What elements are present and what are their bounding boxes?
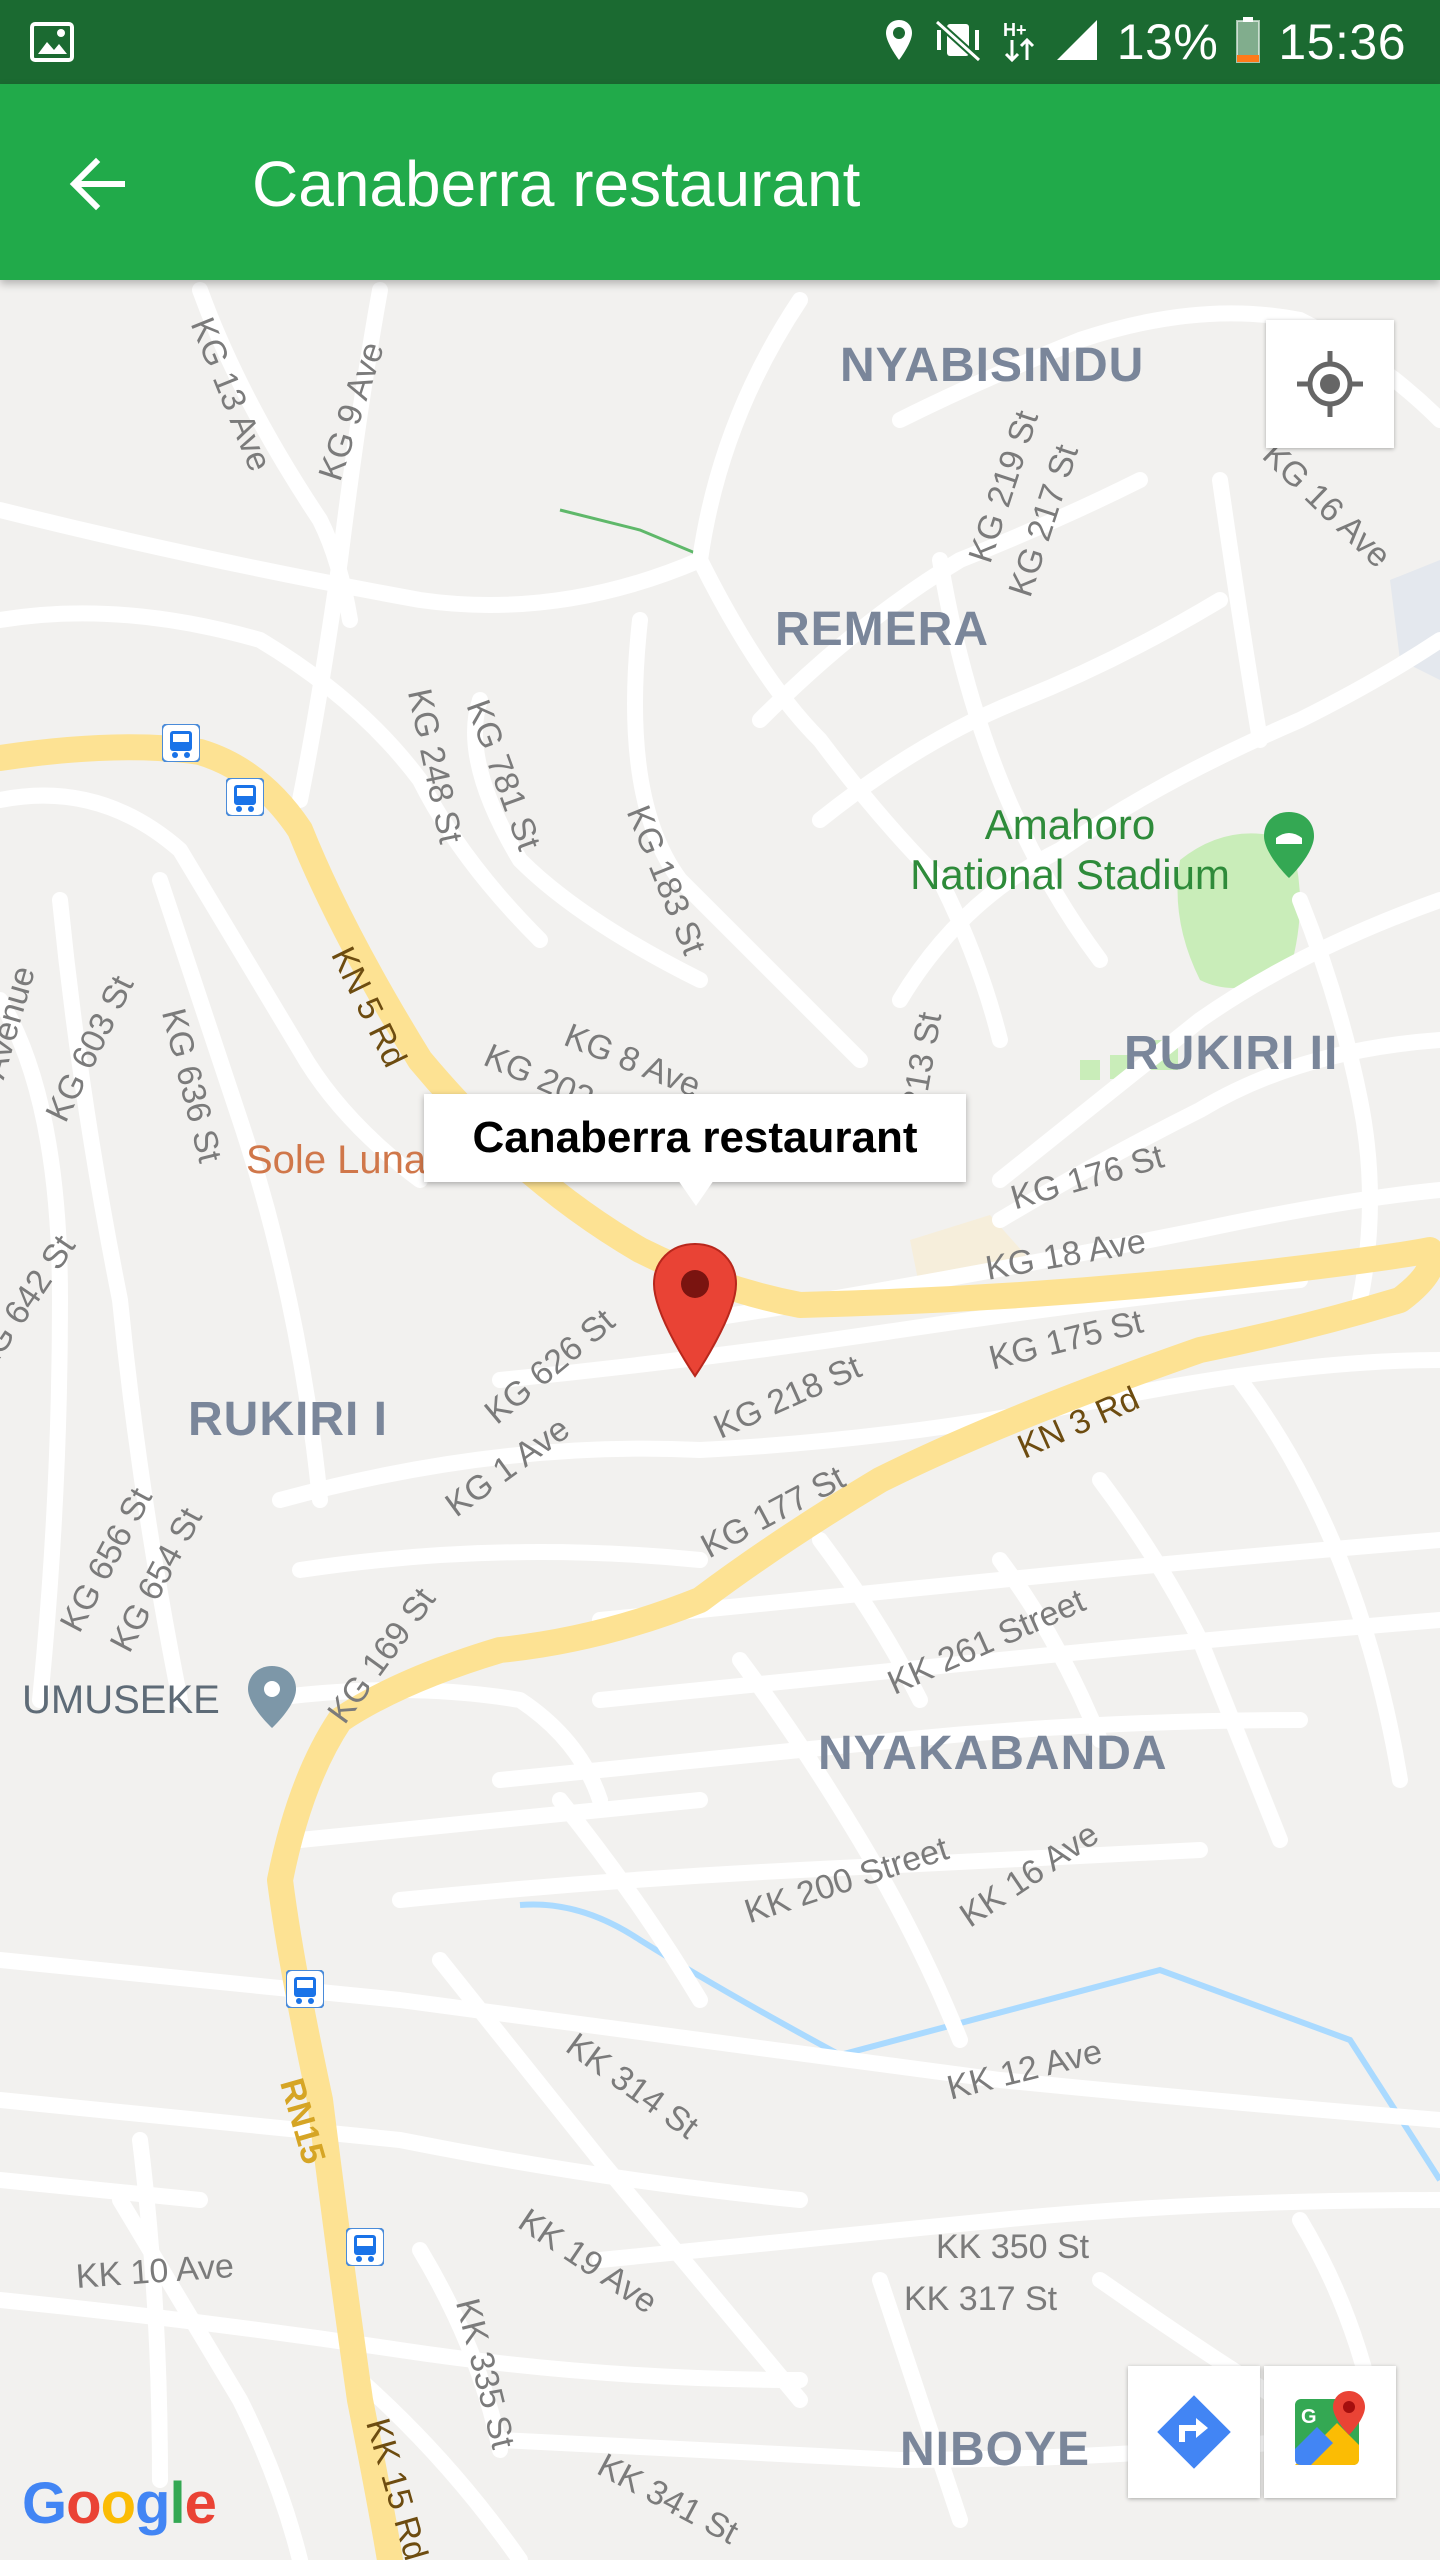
area-label-niboye: NIBOYE [900, 2423, 1091, 2476]
page-title: Canaberra restaurant [252, 148, 861, 220]
my-location-icon [1297, 351, 1363, 417]
svg-text:G: G [1301, 2406, 1317, 2428]
stadium-pin-icon[interactable] [1262, 810, 1316, 885]
directions-button[interactable] [1128, 2366, 1260, 2498]
area-label-nyabisindu: NYABISINDU [840, 339, 1145, 392]
map-view[interactable]: NYABISINDU REMERA RUKIRI II RUKIRI I NYA… [0, 280, 1440, 2560]
bus-stop-icon[interactable] [161, 723, 201, 767]
info-window-tail [678, 1180, 714, 1206]
location-icon [883, 18, 915, 67]
bus-stop-icon[interactable] [225, 777, 265, 821]
mute-vibrate-icon [933, 18, 985, 67]
area-label-rukiri-ii: RUKIRI II [1124, 1027, 1339, 1080]
umuseke-pin-icon[interactable] [246, 1664, 298, 1735]
area-label-rukiri-i: RUKIRI I [188, 1393, 388, 1446]
arrow-back-icon [69, 157, 125, 211]
back-button[interactable] [58, 144, 138, 224]
battery-icon [1236, 16, 1261, 68]
poi-label-sole-luna[interactable]: Sole Luna [246, 1138, 426, 1183]
restaurant-marker-icon[interactable] [650, 1240, 740, 1385]
google-logo: Google [22, 2471, 217, 2536]
clock: 15:36 [1278, 14, 1406, 70]
road-label: KK 317 St [904, 2280, 1058, 2318]
svg-text:H+: H+ [1003, 20, 1027, 40]
marker-info-window[interactable]: Canaberra restaurant [424, 1094, 966, 1182]
poi-label-stadium[interactable]: Amahoro National Stadium [890, 800, 1250, 900]
google-maps-icon: G [1295, 2391, 1365, 2465]
my-location-button[interactable] [1266, 320, 1394, 448]
poi-label-umuseke[interactable]: UMUSEKE [22, 1678, 220, 1723]
info-window-title: Canaberra restaurant [472, 1113, 918, 1162]
app-bar: Canaberra restaurant [0, 84, 1440, 280]
area-label-nyakabanda: NYAKABANDA [818, 1727, 1168, 1780]
bus-stop-icon[interactable] [285, 1969, 325, 2013]
signal-icon [1055, 18, 1099, 67]
status-bar: H+ 13% 15:36 [0, 0, 1440, 84]
directions-icon [1157, 2395, 1231, 2469]
data-transfer-icon: H+ [1003, 18, 1037, 67]
image-icon [30, 22, 74, 67]
area-label-remera: REMERA [775, 603, 990, 656]
open-google-maps-button[interactable]: G [1264, 2366, 1396, 2498]
road-label: KK 350 St [936, 2228, 1090, 2266]
battery-percent: 13% [1116, 14, 1219, 70]
bus-stop-icon[interactable] [345, 2227, 385, 2271]
